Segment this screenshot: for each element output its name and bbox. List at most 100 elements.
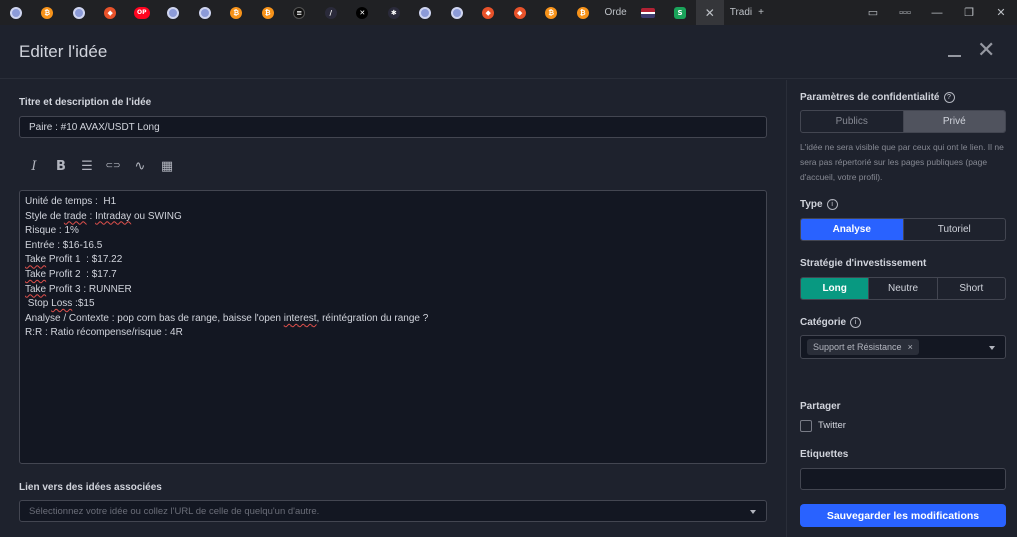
chart-line-icon[interactable]: ∿ <box>132 158 148 174</box>
strategy-neutre-button[interactable]: Neutre <box>869 278 938 299</box>
eth-icon <box>450 6 463 19</box>
minimize-window-icon[interactable]: — <box>921 0 953 25</box>
close-icon[interactable]: ✕ <box>977 40 995 62</box>
text-run: Entrée : $16-16.5 <box>25 239 103 251</box>
window-controls: ▭ ▫▫▫ — ❐ ✕ <box>857 0 1017 25</box>
text-run: Profit 3 : RUNNER <box>46 283 132 295</box>
browser-tab[interactable] <box>633 0 665 25</box>
browser-tab[interactable]: Orde <box>599 0 633 25</box>
eth-icon <box>72 6 85 19</box>
browser-tab[interactable] <box>0 0 32 25</box>
browser-tab[interactable]: ✱ <box>378 0 410 25</box>
browser-tab[interactable]: ✕ <box>347 0 379 25</box>
text-run: Take <box>25 283 47 295</box>
description-line: Take Profit 3 : RUNNER <box>25 283 761 298</box>
description-line: R:R : Ratio récompense/risque : 4R <box>25 326 761 341</box>
browser-tab[interactable]: ₿ <box>567 0 599 25</box>
tab-title: Tradi <box>729 7 753 18</box>
browser-tab[interactable] <box>158 0 190 25</box>
browser-tab[interactable]: ₿ <box>221 0 253 25</box>
browser-tab[interactable]: ₿ <box>536 0 568 25</box>
related-ideas-select[interactable]: Sélectionnez votre idée ou collez l'URL … <box>19 500 767 522</box>
bullet-list-icon[interactable]: ☰ <box>79 158 95 174</box>
privacy-prive-button[interactable]: Privé <box>903 111 1005 132</box>
brave-icon: ◆ <box>513 6 526 19</box>
info-icon[interactable]: i <box>826 199 838 210</box>
category-label-text: Catégorie <box>800 317 847 329</box>
browser-tab[interactable]: ◆ <box>95 0 127 25</box>
chevron-down-icon <box>989 346 995 350</box>
browser-tab[interactable]: ◆ <box>473 0 505 25</box>
new-tab-icon[interactable]: + <box>758 7 764 18</box>
twitter-checkbox[interactable] <box>800 420 812 432</box>
browser-tab[interactable] <box>189 0 221 25</box>
chart-bar-icon[interactable]: ▦ <box>159 158 175 174</box>
star-icon: ✱ <box>387 6 400 19</box>
browser-tab[interactable]: S <box>664 0 696 25</box>
text-run: Analyse / Contexte : pop corn bas de ran… <box>25 312 284 324</box>
browser-tab[interactable] <box>441 0 473 25</box>
info-icon[interactable]: i <box>850 317 862 328</box>
eth-icon <box>419 6 432 19</box>
type-toggle: Analyse Tutoriel <box>800 218 1006 241</box>
strategy-label: Stratégie d'investissement <box>800 258 927 269</box>
tags-input[interactable] <box>800 468 1006 490</box>
text-run: ou SWING <box>131 210 182 222</box>
privacy-help-text: L'idée ne sera visible que par ceux qui … <box>800 142 1004 182</box>
browser-tab-bar: ₿ ◆ OP ₿ ₿ ≡ / ✕ ✱ ◆ ◆ ₿ ₿ Orde S ✕ Tradi + ▭ ▫▫▫ — ❐ ✕ <box>0 0 1017 25</box>
browser-tab[interactable]: ≡ <box>284 0 316 25</box>
text-run: Take <box>25 254 47 266</box>
bitcoin-icon: ₿ <box>230 6 243 19</box>
category-select[interactable]: Support et Résistance × <box>800 335 1006 359</box>
strategy-toggle: Long Neutre Short <box>800 277 1006 300</box>
privacy-publics-button[interactable]: Publics <box>801 111 904 132</box>
stake-icon: S <box>673 6 686 19</box>
strategy-short-button[interactable]: Short <box>938 278 1005 299</box>
strategy-long-button[interactable]: Long <box>801 278 870 299</box>
text-run: , réintégration du range ? <box>316 312 429 324</box>
privacy-toggle: Publics Privé <box>800 110 1006 133</box>
browser-tab[interactable]: OP <box>126 0 158 25</box>
text-run: R:R : Ratio récompense/risque : 4R <box>25 327 183 339</box>
text-run: Intraday <box>95 210 132 222</box>
browser-tab[interactable] <box>410 0 442 25</box>
browser-tab[interactable]: ◆ <box>504 0 536 25</box>
browser-tab[interactable]: / <box>315 0 347 25</box>
share-label: Partager <box>800 401 841 412</box>
category-chip-label: Support et Résistance <box>813 342 902 352</box>
browser-tab[interactable]: ₿ <box>252 0 284 25</box>
text-run: : <box>86 210 96 222</box>
restore-window-icon[interactable]: ❐ <box>953 0 985 25</box>
description-textarea[interactable]: Unité de temps : H1 Style de trade : Intr… <box>19 190 767 464</box>
title-section-label: Titre et description de l'idée <box>19 97 152 108</box>
bitcoin-icon: ₿ <box>41 6 54 19</box>
minimize-icon[interactable] <box>948 55 961 57</box>
description-line: Risque : 1% <box>25 224 761 239</box>
bold-icon[interactable]: B <box>53 158 69 174</box>
bitcoin-icon: ₿ <box>576 6 589 19</box>
browser-tab[interactable]: ₿ <box>32 0 64 25</box>
active-tab-close-icon[interactable]: ✕ <box>695 0 724 25</box>
link-icon[interactable]: ⊂⊃ <box>105 158 121 174</box>
optimism-icon: OP <box>133 6 150 19</box>
chip-remove-icon[interactable]: × <box>908 342 913 352</box>
twitter-label: Twitter <box>818 420 846 431</box>
type-analyse-button[interactable]: Analyse <box>801 219 904 240</box>
text-run: Profit 1 : $17.22 <box>46 254 123 266</box>
cast-icon[interactable]: ▭ <box>857 0 889 25</box>
bitcoin-icon: ₿ <box>545 6 558 19</box>
category-chip: Support et Résistance × <box>807 339 919 355</box>
title-input[interactable]: Paire : #10 AVAX/USDT Long <box>19 116 767 138</box>
privacy-label-text: Paramètres de confidentialité <box>800 92 940 104</box>
text-run: Style de <box>25 210 64 222</box>
browser-tab[interactable]: Tradi + <box>724 0 770 25</box>
edit-idea-dialog: Editer l'idée ✕ Titre et description de … <box>0 25 1017 537</box>
help-icon[interactable]: ? <box>943 92 955 103</box>
save-button[interactable]: Sauvegarder les modifications <box>800 504 1006 527</box>
extensions-icon[interactable]: ▫▫▫ <box>889 0 921 25</box>
type-tutoriel-button[interactable]: Tutoriel <box>904 219 1006 240</box>
browser-tab[interactable] <box>63 0 95 25</box>
italic-icon[interactable]: I <box>26 158 42 174</box>
description-line: Analyse / Contexte : pop corn bas de ran… <box>25 312 761 327</box>
close-window-icon[interactable]: ✕ <box>985 0 1017 25</box>
